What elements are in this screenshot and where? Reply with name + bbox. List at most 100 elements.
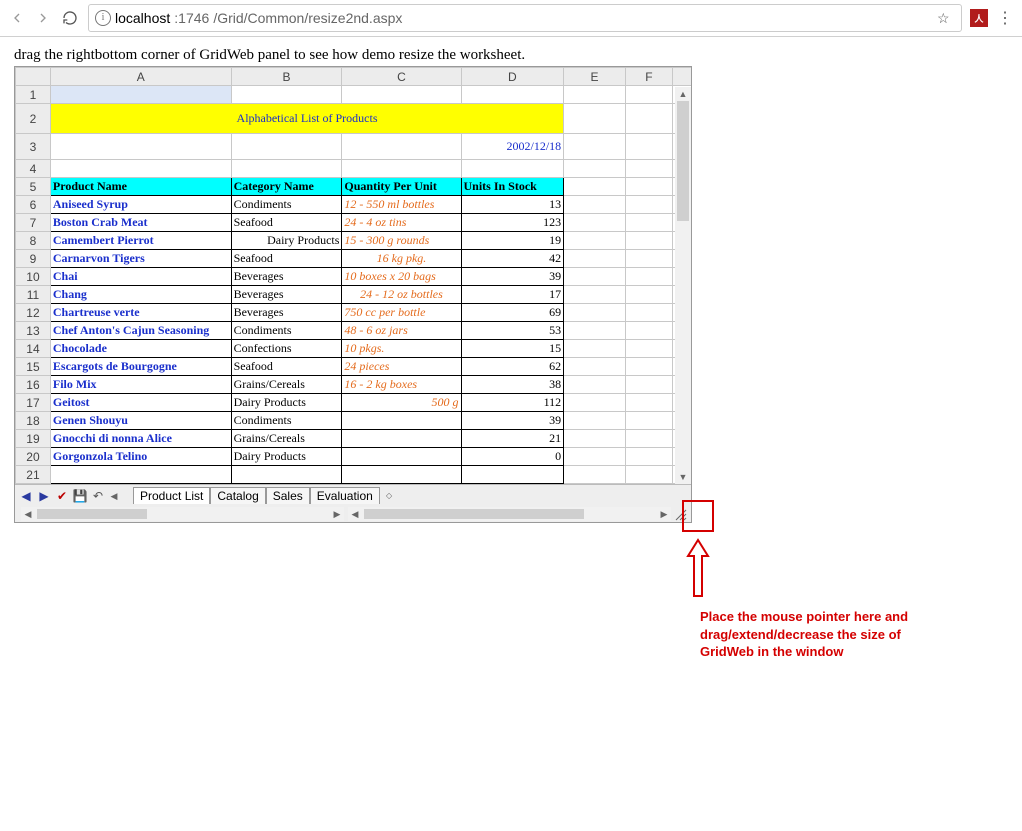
cell[interactable]: Beverages xyxy=(231,304,342,322)
cell[interactable] xyxy=(564,160,626,178)
cell[interactable] xyxy=(231,134,342,160)
cell[interactable] xyxy=(564,340,626,358)
resize-handle[interactable] xyxy=(673,507,687,521)
tab-scroll-right-icon[interactable]: ◇ xyxy=(382,491,396,501)
row-header[interactable]: 8 xyxy=(16,232,51,250)
cell[interactable] xyxy=(564,178,626,196)
save-icon[interactable]: 💾 xyxy=(73,489,87,503)
cell[interactable] xyxy=(564,394,626,412)
reload-button[interactable] xyxy=(60,8,80,28)
cell[interactable] xyxy=(564,412,626,430)
cell[interactable]: Aniseed Syrup xyxy=(50,196,231,214)
cell[interactable]: Chai xyxy=(50,268,231,286)
cell[interactable]: 10 boxes x 20 bags xyxy=(342,268,461,286)
row-header[interactable]: 6 xyxy=(16,196,51,214)
cell[interactable]: 24 - 4 oz tins xyxy=(342,214,461,232)
cell[interactable] xyxy=(564,104,626,134)
cell[interactable] xyxy=(625,250,672,268)
cell[interactable] xyxy=(342,412,461,430)
cell[interactable] xyxy=(625,358,672,376)
row-header[interactable]: 9 xyxy=(16,250,51,268)
row-header[interactable]: 5 xyxy=(16,178,51,196)
cell[interactable]: Chocolade xyxy=(50,340,231,358)
cell[interactable] xyxy=(50,134,231,160)
cell[interactable] xyxy=(342,430,461,448)
row-header[interactable]: 3 xyxy=(16,134,51,160)
col-header[interactable]: A xyxy=(50,68,231,86)
address-bar[interactable]: i localhost:1746/Grid/Common/resize2nd.a… xyxy=(88,4,962,32)
sheet-tab[interactable]: Evaluation xyxy=(310,487,380,504)
cell[interactable] xyxy=(564,232,626,250)
bookmark-star-icon[interactable]: ☆ xyxy=(937,10,955,27)
cell[interactable]: Seafood xyxy=(231,358,342,376)
scroll-right-icon[interactable]: ▶ xyxy=(657,507,671,521)
cell[interactable]: 112 xyxy=(461,394,564,412)
row-header[interactable]: 12 xyxy=(16,304,51,322)
cell[interactable] xyxy=(50,466,231,484)
cell[interactable]: 21 xyxy=(461,430,564,448)
cell[interactable] xyxy=(564,430,626,448)
cell[interactable] xyxy=(564,376,626,394)
cell[interactable] xyxy=(50,86,231,104)
cell[interactable] xyxy=(342,448,461,466)
cell[interactable]: Beverages xyxy=(231,268,342,286)
cell[interactable]: Category Name xyxy=(231,178,342,196)
cell[interactable]: 16 - 2 kg boxes xyxy=(342,376,461,394)
cell[interactable] xyxy=(564,86,626,104)
scroll-down-icon[interactable]: ▼ xyxy=(675,470,691,484)
cell[interactable]: Units In Stock xyxy=(461,178,564,196)
cell[interactable] xyxy=(625,304,672,322)
cell[interactable] xyxy=(625,268,672,286)
cell[interactable] xyxy=(625,214,672,232)
cell[interactable]: 19 xyxy=(461,232,564,250)
cell[interactable] xyxy=(564,304,626,322)
cell[interactable] xyxy=(564,214,626,232)
cell[interactable] xyxy=(625,466,672,484)
cell[interactable] xyxy=(625,178,672,196)
cell[interactable] xyxy=(625,232,672,250)
h-scrollbar-1[interactable]: ◀ ▶ xyxy=(21,507,344,521)
cell[interactable] xyxy=(625,86,672,104)
cell[interactable] xyxy=(625,134,672,160)
cell[interactable] xyxy=(564,466,626,484)
cell[interactable] xyxy=(625,340,672,358)
cell[interactable]: 53 xyxy=(461,322,564,340)
row-header[interactable]: 1 xyxy=(16,86,51,104)
cell[interactable]: 24 - 12 oz bottles xyxy=(342,286,461,304)
cell[interactable]: Chef Anton's Cajun Seasoning xyxy=(50,322,231,340)
cell[interactable]: 15 - 300 g rounds xyxy=(342,232,461,250)
cell[interactable]: Product Name xyxy=(50,178,231,196)
back-button[interactable] xyxy=(8,9,26,27)
title-cell[interactable]: Alphabetical List of Products xyxy=(50,104,563,134)
cell[interactable] xyxy=(342,86,461,104)
cell[interactable]: Genen Shouyu xyxy=(50,412,231,430)
undo-icon[interactable]: ↶ xyxy=(91,489,105,503)
sheet-tab[interactable]: Sales xyxy=(266,487,310,504)
row-header[interactable]: 15 xyxy=(16,358,51,376)
worksheet-area[interactable]: ABCDEF12Alphabetical List of Products320… xyxy=(15,67,691,484)
cell[interactable] xyxy=(625,196,672,214)
cell[interactable] xyxy=(564,448,626,466)
cell[interactable]: 10 pkgs. xyxy=(342,340,461,358)
cell[interactable]: Boston Crab Meat xyxy=(50,214,231,232)
cell[interactable] xyxy=(231,86,342,104)
cell[interactable]: Dairy Products xyxy=(231,394,342,412)
row-header[interactable]: 18 xyxy=(16,412,51,430)
forward-button[interactable] xyxy=(34,9,52,27)
cell[interactable]: Escargots de Bourgogne xyxy=(50,358,231,376)
row-header[interactable]: 16 xyxy=(16,376,51,394)
cell[interactable] xyxy=(625,430,672,448)
info-icon[interactable]: i xyxy=(95,10,111,26)
cell[interactable] xyxy=(564,134,626,160)
cell[interactable] xyxy=(50,160,231,178)
row-header[interactable]: 10 xyxy=(16,268,51,286)
cell[interactable]: Beverages xyxy=(231,286,342,304)
cell[interactable]: Seafood xyxy=(231,214,342,232)
cell[interactable] xyxy=(231,466,342,484)
nav-first-icon[interactable]: ◀ xyxy=(19,489,33,503)
sheet-tab[interactable]: Catalog xyxy=(210,487,265,504)
h-scrollbar-2[interactable]: ◀ ▶ xyxy=(348,507,671,521)
nav-last-icon[interactable]: ▶ xyxy=(37,489,51,503)
cell[interactable]: 123 xyxy=(461,214,564,232)
cell[interactable]: Chartreuse verte xyxy=(50,304,231,322)
